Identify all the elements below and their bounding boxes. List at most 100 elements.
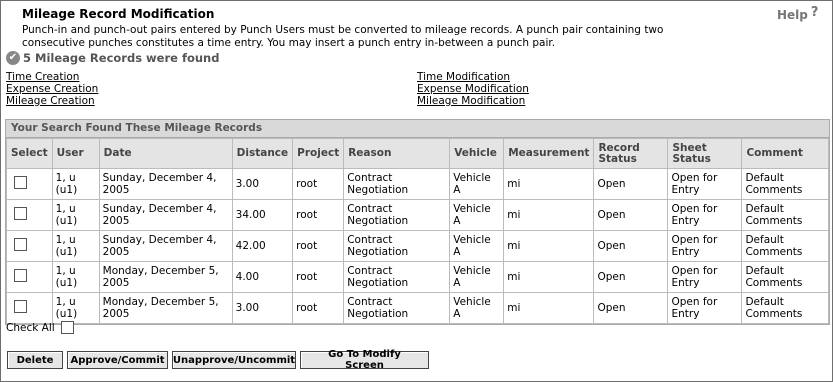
help-link[interactable]: Help? [777,5,819,23]
vehicle-cell: Vehicle A [449,168,505,200]
comment-cell: Default Comments [741,292,829,324]
found-message: ✔ 5 Mileage Records were found [6,51,219,65]
record-status-cell: Open [593,168,669,200]
creation-links: Time Creation Expense Creation Mileage C… [6,71,98,107]
sheet-status-cell: Open for Entry [667,168,743,200]
table-row: 1, u (u1) Sunday, December 4, 2005 34.00… [6,199,829,231]
measurement-cell: mi [503,292,595,324]
page-description: Punch-in and punch-out pairs entered by … [22,24,664,49]
table-row: 1, u (u1) Monday, December 5, 2005 4.00 … [6,261,829,293]
results-header: Your Search Found These Mileage Records [6,120,829,138]
check-all-checkbox[interactable] [60,321,74,334]
select-cell [6,199,53,231]
measurement-cell: mi [503,168,595,200]
table-row: 1, u (u1) Sunday, December 4, 2005 3.00 … [6,168,829,200]
col-vehicle: Vehicle [449,138,505,169]
user-cell: 1, u (u1) [51,261,100,293]
measurement-cell: mi [503,199,595,231]
found-message-text: 5 Mileage Records were found [23,51,220,65]
distance-cell: 3.00 [231,292,294,324]
mileage-table: Select User Date Distance Project Reason… [6,138,829,324]
date-cell: Sunday, December 4, 2005 [98,199,233,231]
user-cell: 1, u (u1) [51,230,100,262]
date-cell: Sunday, December 4, 2005 [98,230,233,262]
link-expense-modification[interactable]: Expense Modification [417,83,529,95]
results-panel: Your Search Found These Mileage Records … [5,119,830,325]
distance-cell: 34.00 [231,199,294,231]
reason-cell: Contract Negotiation [343,230,451,262]
select-cell [6,292,53,324]
go-to-modify-screen-button[interactable]: Go To Modify Screen [300,349,429,371]
page-title: Mileage Record Modification [22,7,215,21]
action-buttons: Delete Approve/Commit Unapprove/Uncommit… [7,349,429,371]
project-cell: root [292,261,345,293]
date-cell: Monday, December 5, 2005 [98,292,233,324]
select-cell [6,261,53,293]
link-mileage-creation[interactable]: Mileage Creation [6,95,98,107]
row-checkbox[interactable] [14,269,27,282]
unapprove-uncommit-button[interactable]: Unapprove/Uncommit [172,351,296,369]
measurement-cell: mi [503,261,595,293]
col-select: Select [6,138,53,169]
reason-cell: Contract Negotiation [343,292,451,324]
row-checkbox[interactable] [14,300,27,313]
measurement-cell: mi [503,230,595,262]
check-all: Check All [6,321,74,334]
link-mileage-modification[interactable]: Mileage Modification [417,95,529,107]
table-row: 1, u (u1) Monday, December 5, 2005 3.00 … [6,292,829,324]
reason-cell: Contract Negotiation [343,168,451,200]
user-cell: 1, u (u1) [51,292,100,324]
link-time-modification[interactable]: Time Modification [417,71,529,83]
col-user: User [51,138,100,169]
modification-links: Time Modification Expense Modification M… [417,71,529,107]
distance-cell: 42.00 [231,230,294,262]
check-all-label: Check All [6,321,55,334]
record-status-cell: Open [593,199,669,231]
select-cell [6,230,53,262]
col-reason: Reason [343,138,451,169]
project-cell: root [292,199,345,231]
record-status-cell: Open [593,261,669,293]
comment-cell: Default Comments [741,168,829,200]
record-status-cell: Open [593,292,669,324]
col-record-status: Record Status [593,138,669,169]
distance-cell: 4.00 [231,261,294,293]
reason-cell: Contract Negotiation [343,261,451,293]
comment-cell: Default Comments [741,261,829,293]
table-header-row: Select User Date Distance Project Reason… [6,138,829,169]
delete-button[interactable]: Delete [7,351,63,369]
question-icon: ? [810,5,819,20]
checkmark-icon: ✔ [6,51,20,65]
sheet-status-cell: Open for Entry [667,292,743,324]
project-cell: root [292,292,345,324]
date-cell: Sunday, December 4, 2005 [98,168,233,200]
sheet-status-cell: Open for Entry [667,230,743,262]
help-label: Help [777,8,808,22]
col-measurement: Measurement [503,138,595,169]
col-project: Project [292,138,345,169]
col-comment: Comment [741,138,829,169]
row-checkbox[interactable] [14,238,27,251]
link-expense-creation[interactable]: Expense Creation [6,83,98,95]
record-status-cell: Open [593,230,669,262]
distance-cell: 3.00 [231,168,294,200]
vehicle-cell: Vehicle A [449,230,505,262]
col-distance: Distance [231,138,294,169]
col-sheet-status: Sheet Status [667,138,743,169]
row-checkbox[interactable] [14,207,27,220]
vehicle-cell: Vehicle A [449,292,505,324]
select-cell [6,168,53,200]
project-cell: root [292,168,345,200]
date-cell: Monday, December 5, 2005 [98,261,233,293]
comment-cell: Default Comments [741,199,829,231]
link-time-creation[interactable]: Time Creation [6,71,98,83]
comment-cell: Default Comments [741,230,829,262]
sheet-status-cell: Open for Entry [667,261,743,293]
vehicle-cell: Vehicle A [449,199,505,231]
approve-commit-button[interactable]: Approve/Commit [67,351,168,369]
user-cell: 1, u (u1) [51,199,100,231]
sheet-status-cell: Open for Entry [667,199,743,231]
col-date: Date [98,138,233,169]
row-checkbox[interactable] [14,176,27,189]
vehicle-cell: Vehicle A [449,261,505,293]
